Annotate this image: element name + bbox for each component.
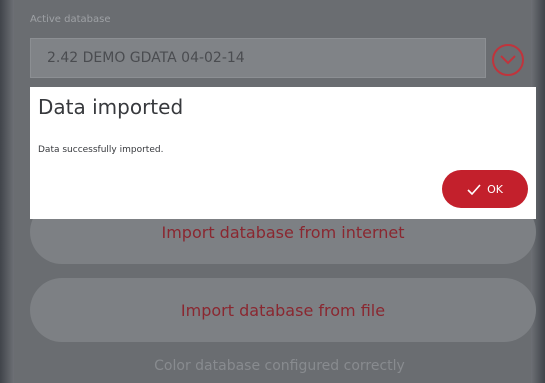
dialog-message: Data successfully imported. (38, 145, 164, 155)
ok-button[interactable]: OK (442, 170, 528, 208)
active-database-label: Active database (30, 14, 111, 25)
ok-button-label: OK (487, 182, 503, 196)
chevron-down-circle-icon[interactable] (492, 44, 524, 76)
active-database-value: 2.42 DEMO GDATA 04-02-14 (47, 50, 245, 66)
status-message: Color database configured correctly (154, 358, 405, 374)
import-from-file-label: Import database from file (180, 300, 386, 320)
data-imported-dialog: Data imported Data successfully imported… (30, 87, 536, 219)
active-database-select[interactable]: 2.42 DEMO GDATA 04-02-14 (30, 38, 486, 78)
import-from-file-button[interactable]: Import database from file (30, 278, 536, 342)
app-screen: Active database 2.42 DEMO GDATA 04-02-14… (0, 0, 545, 383)
dialog-title: Data imported (38, 95, 184, 119)
checkmark-icon (467, 183, 481, 195)
